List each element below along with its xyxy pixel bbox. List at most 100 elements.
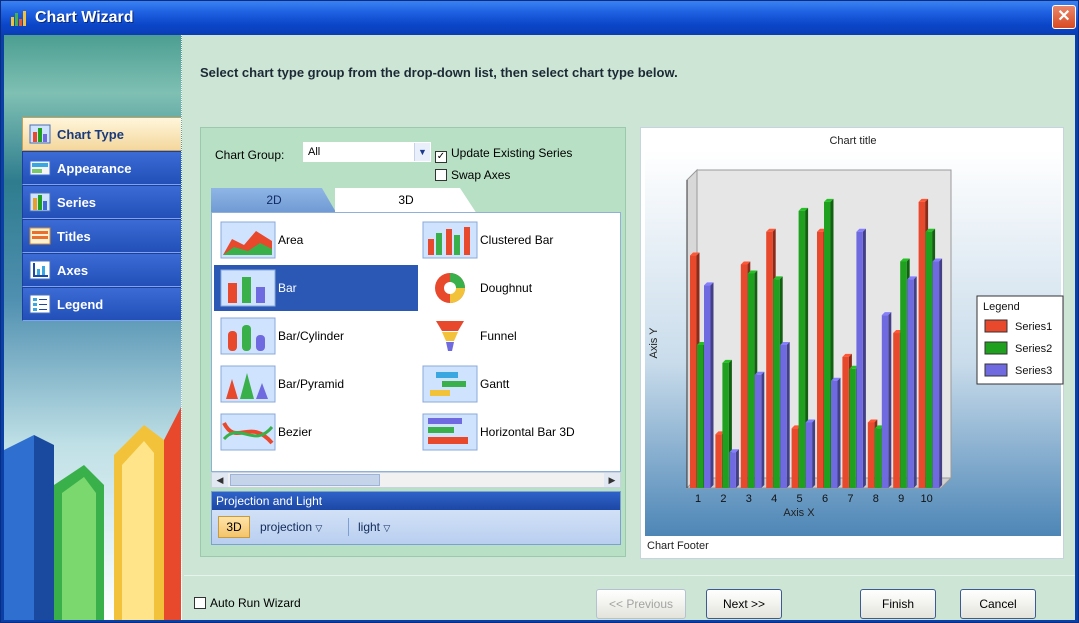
close-icon: ✕	[1057, 8, 1071, 25]
gallery-item-label: Horizontal Bar 3D	[480, 425, 575, 439]
projection-dropdown[interactable]: projection ▽	[260, 520, 322, 534]
gallery-item-funnel[interactable]: Funnel	[416, 313, 616, 359]
bar-series3-9	[907, 276, 917, 488]
bar-series3-5	[805, 419, 816, 488]
gallery-item-label: Gantt	[480, 377, 510, 391]
auto-run-label: Auto Run Wizard	[210, 596, 301, 610]
area-chart-icon	[220, 221, 276, 259]
sidebar-item-label: Appearance	[57, 161, 132, 176]
bar-series3-7	[856, 228, 866, 488]
bar-series3-1	[704, 282, 714, 488]
projection-light-header: Projection and Light	[212, 492, 620, 510]
tab-3d[interactable]: 3D	[335, 188, 477, 214]
chart-legend: Legend Series1 Series2 Series3	[976, 295, 1064, 385]
gallery-item-horizontal-bar-3d[interactable]: Horizontal Bar 3D	[416, 409, 616, 455]
bar-series3-2	[729, 449, 739, 488]
checkbox-unchecked-icon[interactable]	[435, 169, 447, 181]
gallery-item-bar-cylinder[interactable]: Bar/Cylinder	[214, 313, 414, 359]
x-tick-label: 7	[847, 493, 853, 505]
gallery-item-bar[interactable]: Bar	[214, 265, 418, 311]
chart-type-icon	[29, 124, 51, 144]
sidebar-item-chart-type[interactable]: Chart Type	[22, 117, 181, 151]
chevron-down-icon: ▽	[315, 523, 323, 533]
bezier-icon	[220, 413, 276, 451]
gallery-item-label: Bar/Cylinder	[278, 329, 345, 343]
gallery-item-label: Area	[278, 233, 304, 247]
gallery-item-bezier[interactable]: Bezier	[214, 409, 414, 455]
chart-type-gallery: Area Clustered Bar Bar Doughnut Bar/Cyli…	[211, 212, 621, 472]
finish-button[interactable]: Finish	[860, 589, 936, 619]
chart-group-dropdown[interactable]: All ▼	[303, 142, 431, 162]
x-tick-label: 6	[822, 493, 828, 505]
legend-label-series1: Series1	[1015, 321, 1052, 333]
sidebar-item-series[interactable]: Series	[22, 185, 181, 219]
chevron-down-icon[interactable]: ▼	[414, 143, 430, 161]
bar-series3-6	[831, 377, 841, 488]
bar-series3-4	[780, 341, 790, 488]
previous-button[interactable]: << Previous	[596, 589, 686, 619]
gallery-item-clustered-bar[interactable]: Clustered Bar	[416, 217, 616, 263]
gallery-item-label: Bar	[278, 281, 297, 295]
chart-footer: Chart Footer	[647, 540, 709, 552]
gantt-icon	[422, 365, 478, 403]
cancel-button[interactable]: Cancel	[960, 589, 1036, 619]
chart-preview: Chart title Chart Footer 1 2 3 4 5 6 7 8 9 10 Axi…	[640, 127, 1064, 559]
next-label: Next >>	[722, 597, 766, 611]
close-button[interactable]: ✕	[1052, 5, 1076, 29]
sidebar-item-appearance[interactable]: Appearance	[22, 151, 181, 185]
sidebar-item-label: Series	[57, 195, 97, 210]
x-tick-label: 5	[797, 493, 803, 505]
sidebar-item-titles[interactable]: Titles	[22, 219, 181, 253]
gallery-horizontal-scrollbar[interactable]: ◀ ▶	[211, 472, 621, 488]
series-icon	[29, 192, 51, 212]
checkbox-unchecked-icon[interactable]	[194, 597, 206, 609]
gallery-item-doughnut[interactable]: Doughnut	[416, 265, 616, 311]
x-tick-label: 4	[771, 493, 777, 505]
chart-dimension-tabs: 2D 3D	[211, 188, 621, 214]
scroll-left-icon[interactable]: ◀	[212, 473, 228, 487]
previous-label: << Previous	[608, 597, 674, 611]
swap-axes-label: Swap Axes	[451, 168, 511, 182]
update-existing-series-label: Update Existing Series	[451, 146, 573, 160]
projection-label: projection	[260, 520, 313, 534]
x-tick-label: 3	[746, 493, 752, 505]
gallery-item-gantt[interactable]: Gantt	[416, 361, 616, 407]
clustered-bar-icon	[422, 221, 478, 259]
chevron-down-icon: ▽	[383, 523, 391, 533]
x-axis-label: Axis X	[783, 507, 815, 519]
projection-3d-button[interactable]: 3D	[218, 516, 250, 538]
scroll-right-icon[interactable]: ▶	[604, 473, 620, 487]
instruction-text: Select chart type group from the drop-do…	[200, 65, 678, 80]
gallery-item-label: Doughnut	[480, 281, 533, 295]
light-dropdown[interactable]: light ▽	[358, 520, 390, 534]
cylinder-icon	[220, 317, 276, 355]
update-existing-series-checkbox[interactable]: ✓ Update Existing Series	[435, 146, 572, 163]
x-tick-label: 1	[695, 493, 701, 505]
legend-icon	[29, 294, 51, 314]
gallery-item-label: Bezier	[278, 425, 313, 439]
checkbox-checked-icon[interactable]: ✓	[435, 151, 447, 163]
scrollbar-thumb[interactable]	[230, 474, 380, 486]
sidebar-item-axes[interactable]: Axes	[22, 253, 181, 287]
sidebar-item-legend[interactable]: Legend	[22, 287, 181, 321]
swap-axes-checkbox[interactable]: Swap Axes	[435, 168, 510, 182]
chart-group-label: Chart Group:	[215, 148, 285, 162]
auto-run-wizard-checkbox[interactable]: Auto Run Wizard	[194, 596, 301, 610]
next-button[interactable]: Next >>	[706, 589, 782, 619]
axes-icon	[29, 260, 51, 280]
tab-2d[interactable]: 2D	[211, 188, 337, 214]
gallery-item-label: Clustered Bar	[480, 233, 554, 247]
bar-series3-10	[932, 258, 943, 488]
sidebar-item-label: Titles	[57, 229, 91, 244]
chart-wizard-app-icon	[11, 11, 26, 26]
gallery-item-bar-pyramid[interactable]: Bar/Pyramid	[214, 361, 414, 407]
gallery-item-area[interactable]: Area	[214, 217, 414, 263]
legend-swatch-series1	[984, 319, 1008, 333]
doughnut-icon	[435, 273, 465, 303]
wizard-step-nav: Chart Type Appearance Series Titles Axes…	[22, 117, 181, 321]
window-title: Chart Wizard	[35, 9, 134, 26]
legend-label-series2: Series2	[1015, 343, 1052, 355]
gallery-item-label: Bar/Pyramid	[278, 377, 345, 391]
chart-wizard-window: Chart Wizard ✕ Chart Type Appearance Ser…	[0, 0, 1079, 623]
x-tick-label: 2	[720, 493, 726, 505]
